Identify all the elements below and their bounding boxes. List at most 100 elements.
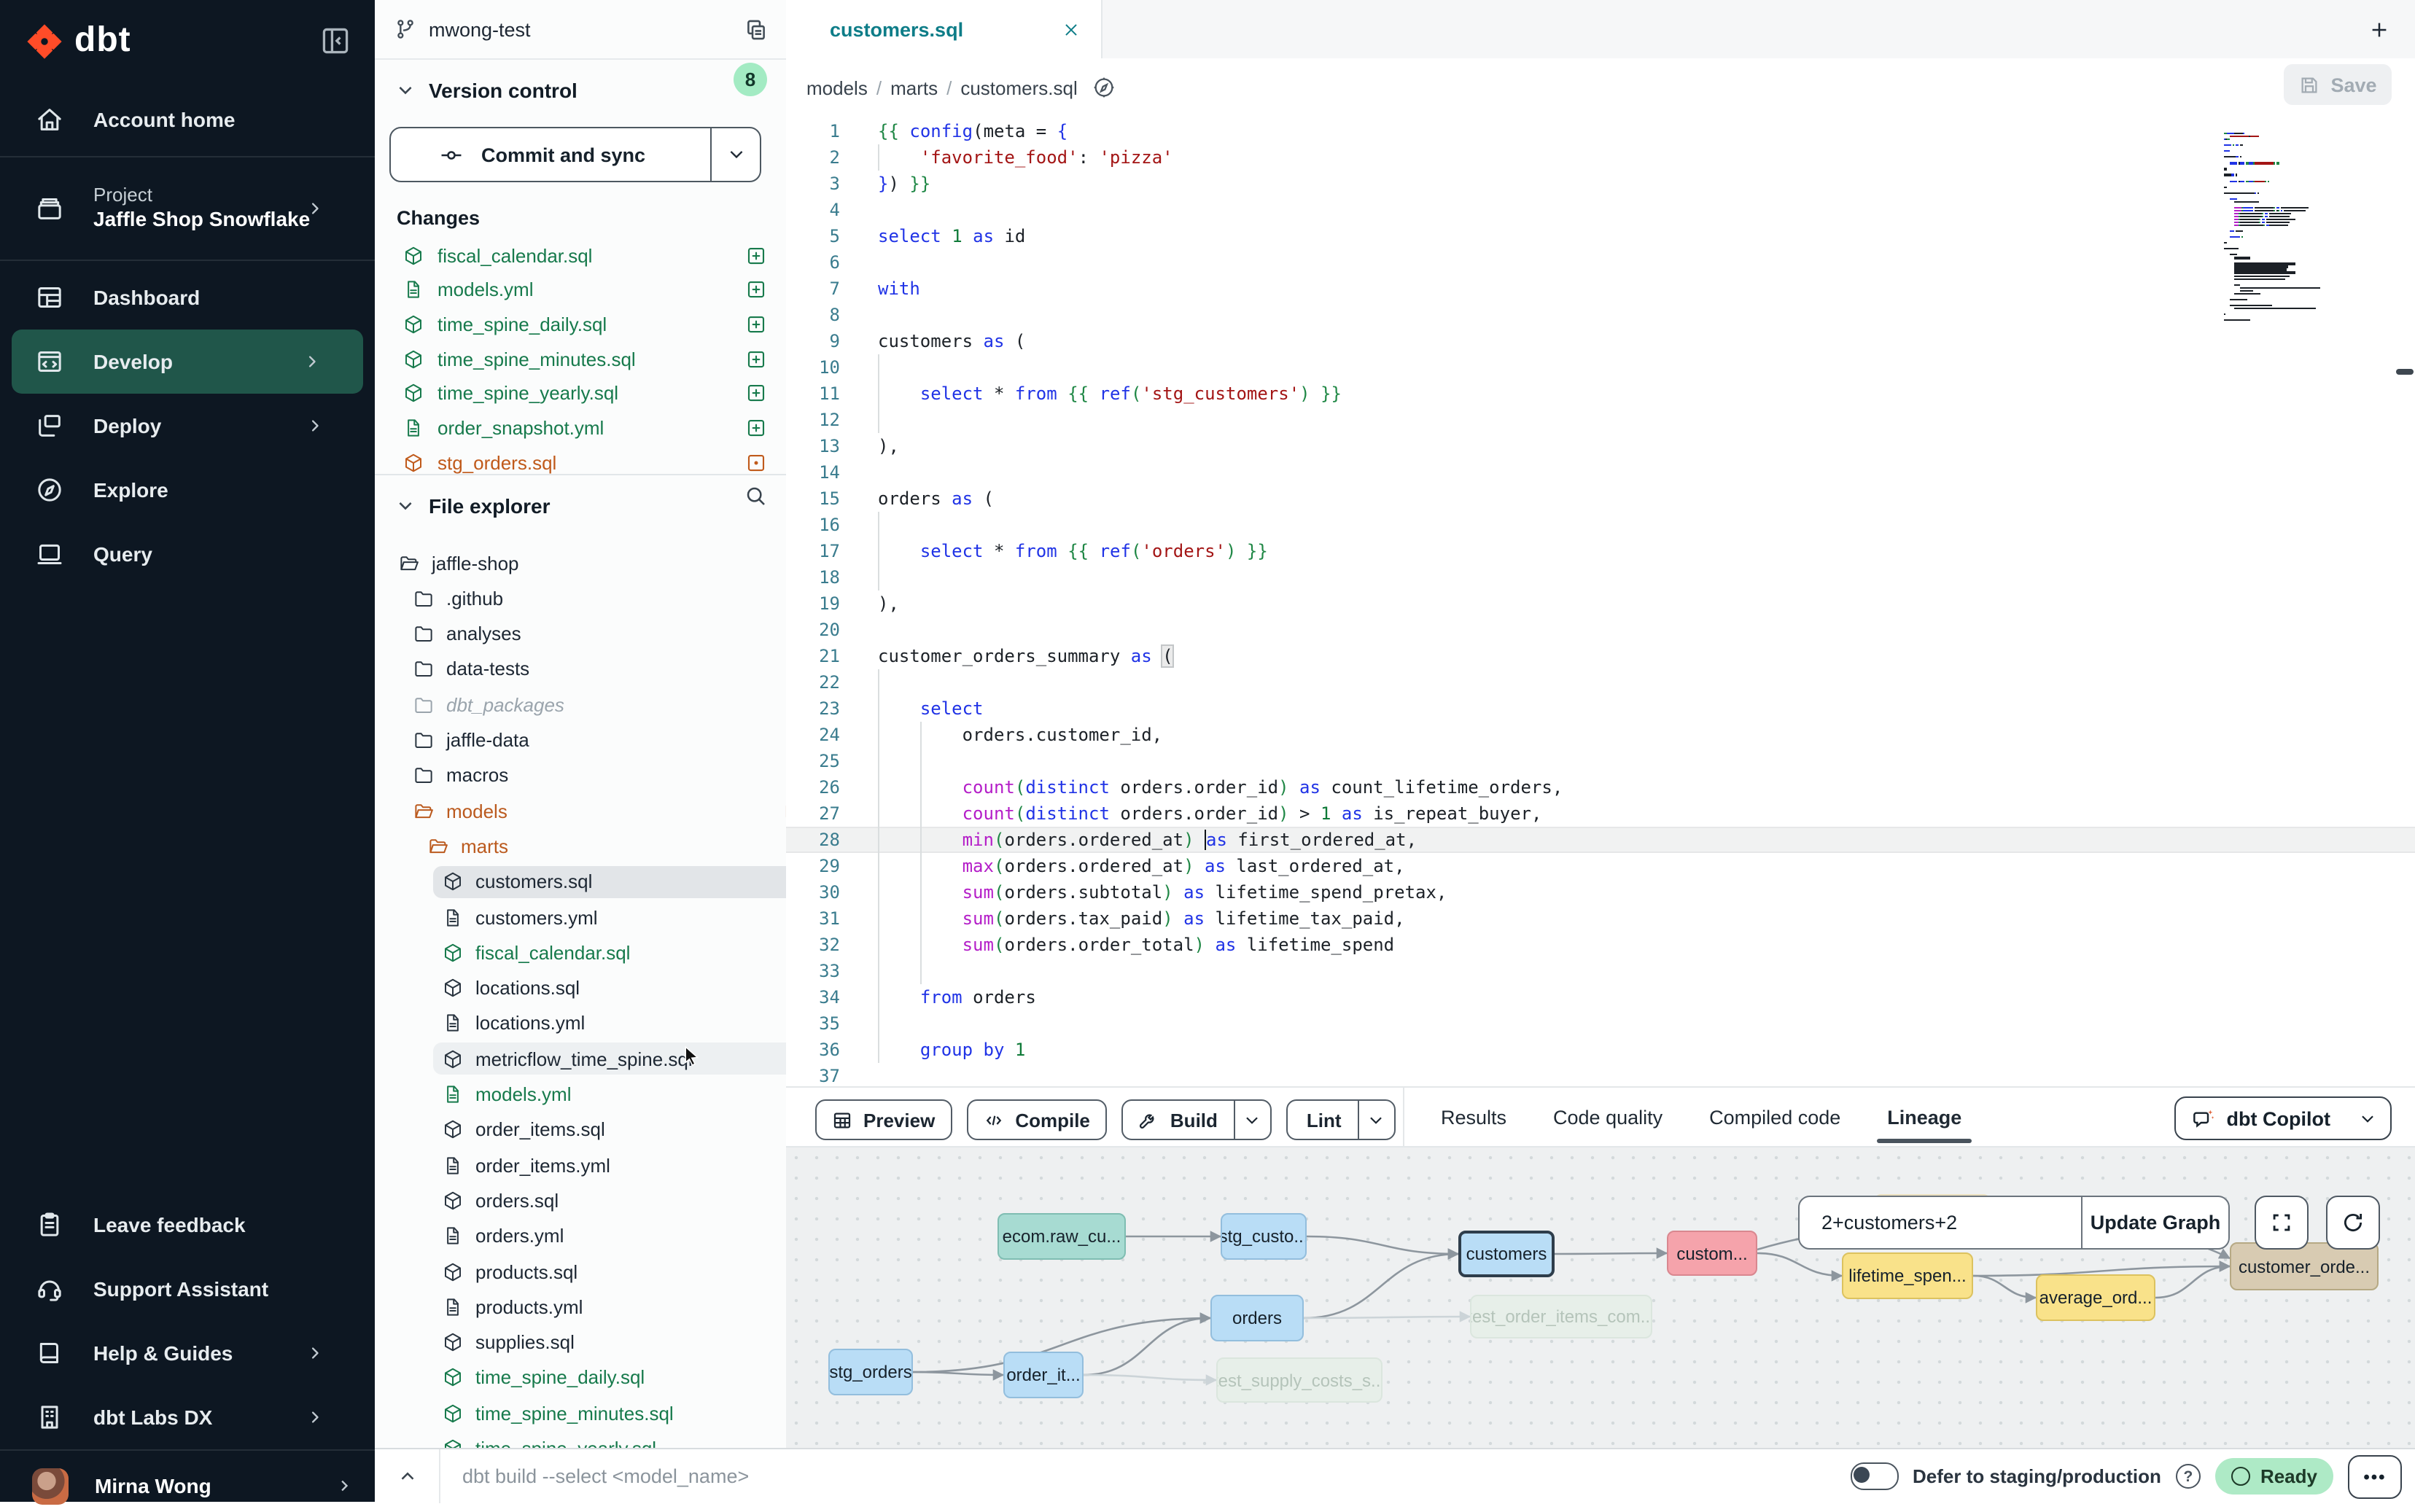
lineage-node-raw[interactable]: ecom.raw_cu... — [998, 1213, 1126, 1260]
change-item[interactable]: stg_orders.sql — [375, 445, 786, 475]
lint-button[interactable]: Lint — [1286, 1099, 1396, 1140]
breadcrumb-file[interactable]: customers.sql — [960, 77, 1077, 98]
search-icon[interactable] — [744, 484, 767, 507]
help-icon[interactable]: ? — [2176, 1464, 2201, 1489]
file-tree-item-fiscal-calendar-sql[interactable]: fiscal_calendar.sql — [375, 935, 786, 970]
user-menu[interactable]: Mirna Wong — [0, 1449, 375, 1502]
file-tree-item-orders-sql[interactable]: orders.sql — [375, 1183, 786, 1218]
file-tree-item-marts[interactable]: marts — [375, 829, 786, 864]
lineage-node-ord[interactable]: orders — [1210, 1295, 1304, 1341]
minimap[interactable] — [2224, 133, 2371, 432]
copy-icon[interactable] — [744, 17, 769, 42]
code-line[interactable]: 6 — [786, 249, 2415, 276]
sidebar-item-support-assistant[interactable]: Support Assistant — [0, 1257, 375, 1321]
file-tree-item-macros[interactable]: macros — [375, 758, 786, 793]
file-tree-item-products-yml[interactable]: products.yml — [375, 1290, 786, 1325]
save-button[interactable]: Save — [2284, 64, 2392, 105]
file-tree-item-locations-yml[interactable]: locations.yml — [375, 1006, 786, 1041]
code-line[interactable]: 14 — [786, 459, 2415, 486]
change-item[interactable]: order_snapshot.yml — [375, 410, 786, 445]
file-tree-item-jaffle-data[interactable]: jaffle-data — [375, 722, 786, 757]
code-line[interactable]: 34 from orders — [786, 984, 2415, 1010]
code-line[interactable]: 33 — [786, 958, 2415, 984]
code-line[interactable]: 13), — [786, 433, 2415, 459]
code-line[interactable]: 8 — [786, 302, 2415, 328]
code-line[interactable]: 10 — [786, 354, 2415, 381]
file-tree-item-products-sql[interactable]: products.sql — [375, 1254, 786, 1289]
code-line[interactable]: 29 max(orders.ordered_at) as last_ordere… — [786, 853, 2415, 879]
breadcrumb-models[interactable]: models — [806, 77, 868, 98]
preview-button[interactable]: Preview — [815, 1099, 952, 1140]
file-tree-item-data-tests[interactable]: data-tests — [375, 652, 786, 687]
commit-options-dropdown[interactable] — [710, 128, 760, 181]
code-line[interactable]: 3}) }} — [786, 171, 2415, 197]
tab-code-quality[interactable]: Code quality — [1553, 1107, 1662, 1129]
file-tree-item-supplies-sql[interactable]: supplies.sql — [375, 1325, 786, 1360]
lineage-canvas[interactable]: ecom.raw_cu...stg_custo...count_lifetim.… — [786, 1146, 2415, 1449]
file-tree-item-customers-sql[interactable]: customers.sql — [375, 864, 786, 899]
file-tree-item-order-items-yml[interactable]: order_items.yml — [375, 1147, 786, 1182]
change-item[interactable]: models.yml — [375, 272, 786, 307]
lint-options-dropdown[interactable] — [1358, 1101, 1394, 1139]
code-line[interactable]: 30 sum(orders.subtotal) as lifetime_spen… — [786, 879, 2415, 905]
sidebar-item-explore[interactable]: Explore — [0, 458, 375, 522]
lineage-node-toi[interactable]: test_order_items_com... — [1470, 1295, 1652, 1338]
file-tree-item-analyses[interactable]: analyses — [375, 616, 786, 651]
lineage-node-stgo[interactable]: stg_orders — [828, 1349, 913, 1395]
code-line[interactable]: 37 — [786, 1063, 2415, 1086]
sidebar-item-develop[interactable]: Develop — [12, 330, 363, 394]
code-line[interactable]: 18 — [786, 564, 2415, 591]
expand-command-bar-button[interactable] — [375, 1449, 440, 1503]
file-tree-item--github[interactable]: .github — [375, 581, 786, 616]
lineage-node-cust[interactable]: customers — [1458, 1231, 1555, 1277]
code-line[interactable]: 36 group by 1 — [786, 1037, 2415, 1063]
refresh-button[interactable] — [2326, 1196, 2380, 1250]
breadcrumb-marts[interactable]: marts — [890, 77, 938, 98]
code-line[interactable]: 32 sum(orders.order_total) as lifetime_s… — [786, 932, 2415, 958]
change-item[interactable]: time_spine_daily.sql — [375, 307, 786, 342]
tab-results[interactable]: Results — [1441, 1107, 1506, 1129]
file-tree-item-customers-yml[interactable]: customers.yml — [375, 900, 786, 935]
lineage-node-stgc[interactable]: stg_custo... — [1221, 1213, 1307, 1260]
lineage-node-oi[interactable]: order_it... — [1003, 1352, 1084, 1398]
file-tree-item-models-yml[interactable]: models.yml — [375, 1077, 786, 1112]
code-line[interactable]: 35 — [786, 1010, 2415, 1037]
lineage-node-custp[interactable]: custom... — [1667, 1231, 1757, 1276]
file-tree-item-dbt-packages[interactable]: dbt_packages — [375, 687, 786, 722]
sidebar-item-deploy[interactable]: Deploy — [0, 394, 375, 458]
file-explorer-header[interactable]: File explorer — [375, 484, 786, 528]
code-line[interactable]: 28 min(orders.ordered_at) as first_order… — [786, 827, 2415, 853]
file-tree-item-time-spine-minutes-sql[interactable]: time_spine_minutes.sql — [375, 1395, 786, 1430]
code-line[interactable]: 23 select — [786, 695, 2415, 722]
code-line[interactable]: 1{{ config(meta = { — [786, 118, 2415, 144]
code-line[interactable]: 21customer_orders_summary as ( — [786, 643, 2415, 669]
change-item[interactable]: fiscal_calendar.sql — [375, 238, 786, 273]
code-line[interactable]: 5select 1 as id — [786, 223, 2415, 249]
file-tree-item-orders-yml[interactable]: orders.yml — [375, 1218, 786, 1253]
change-item[interactable]: time_spine_minutes.sql — [375, 341, 786, 376]
close-icon[interactable] — [1062, 20, 1081, 39]
file-tree-item-time-spine-daily-sql[interactable]: time_spine_daily.sql — [375, 1360, 786, 1395]
collapse-sidebar-icon[interactable] — [319, 25, 351, 57]
tab-customers-sql[interactable]: customers.sql — [786, 0, 1102, 58]
tab-compiled-code[interactable]: Compiled code — [1709, 1107, 1840, 1129]
lineage-selector-input[interactable] — [1819, 1210, 2081, 1235]
file-tree-item-jaffle-shop[interactable]: jaffle-shop — [375, 545, 786, 580]
compile-button[interactable]: Compile — [967, 1099, 1108, 1140]
code-line[interactable]: 27 count(distinct orders.order_id) > 1 a… — [786, 800, 2415, 827]
code-line[interactable]: 25 — [786, 748, 2415, 774]
code-line[interactable]: 2 'favorite_food': 'pizza' — [786, 144, 2415, 171]
lineage-node-avg[interactable]: average_ord... — [2036, 1274, 2155, 1321]
fullscreen-button[interactable] — [2255, 1196, 2309, 1250]
code-line[interactable]: 24 orders.customer_id, — [786, 722, 2415, 748]
more-options-button[interactable]: ••• — [2348, 1454, 2402, 1498]
code-line[interactable]: 12 — [786, 407, 2415, 433]
file-tree-item-time-spine-yearly-sql[interactable]: time_spine_yearly.sql — [375, 1431, 786, 1448]
code-line[interactable]: 4 — [786, 197, 2415, 223]
code-line[interactable]: 16 — [786, 512, 2415, 538]
code-line[interactable]: 19), — [786, 591, 2415, 617]
scrollbar-thumb[interactable] — [2396, 369, 2414, 375]
code-line[interactable]: 15orders as ( — [786, 486, 2415, 512]
version-control-header[interactable]: Version control — [375, 69, 786, 112]
build-options-dropdown[interactable] — [1234, 1101, 1270, 1139]
